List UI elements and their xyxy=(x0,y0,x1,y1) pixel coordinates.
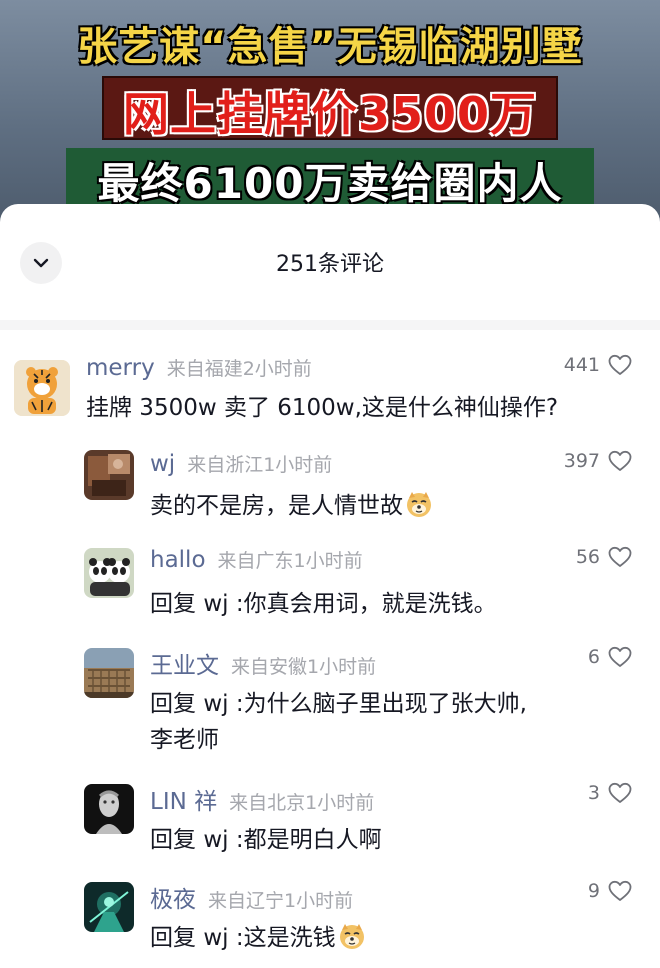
comment-time: 1小时前 xyxy=(307,656,377,678)
comment-location: 来自北京 xyxy=(229,792,306,814)
like-count: 56 xyxy=(575,546,600,568)
banner-headline: 张艺谋“急售”无锡临湖别墅 xyxy=(77,24,583,70)
reply-item: 王业文 来自安徽 1小时前 6 回复 wj :为什么脑子里出现了张大帅, 李老师 xyxy=(0,642,660,762)
comment-author[interactable]: hallo xyxy=(150,547,206,573)
reply-item: 极夜 来自辽宁 1小时前 9 回复 wj :这是洗钱 xyxy=(0,876,660,960)
comment-body: :这是洗钱 xyxy=(235,925,336,951)
comment-item: merry 来自福建 2小时前 441 挂牌 3500w 卖了 6100w,这是… xyxy=(0,354,660,434)
like-count: 397 xyxy=(563,450,600,472)
like-count: 3 xyxy=(587,782,600,804)
comment-header: LIN 祥 来自北京 1小时前 xyxy=(150,782,374,816)
avatar[interactable] xyxy=(84,548,134,598)
avatar[interactable] xyxy=(84,882,134,932)
comment-time: 1小时前 xyxy=(263,454,333,476)
comment-author[interactable]: 王业文 xyxy=(150,646,219,680)
heart-icon xyxy=(608,880,632,901)
comment-author[interactable]: 极夜 xyxy=(150,880,196,914)
comment-location: 来自浙江 xyxy=(187,454,264,476)
comment-body: :都是明白人啊 xyxy=(235,827,382,853)
comment-sheet: 251条评论 merry 来自福建 2小时前 441 挂牌 3500w 卖了 6… xyxy=(0,204,660,968)
like-button[interactable]: 56 xyxy=(576,546,632,568)
like-button[interactable]: 397 xyxy=(564,450,632,472)
doge-emoji-icon xyxy=(407,492,431,517)
comment-text: 挂牌 3500w 卖了 6100w,这是什么神仙操作? xyxy=(86,395,559,421)
comment-author[interactable]: wj xyxy=(150,451,175,477)
reply-item: wj 来自浙江 1小时前 397 卖的不是房，是人情世故 xyxy=(0,446,660,530)
comment-time: 1小时前 xyxy=(284,890,354,912)
like-button[interactable]: 3 xyxy=(588,782,632,804)
reply-target[interactable]: wj xyxy=(203,925,228,951)
heart-icon xyxy=(608,646,632,667)
banner-price-line: 网上挂牌价3500万 xyxy=(122,87,538,141)
comment-time: 1小时前 xyxy=(293,550,363,572)
comment-author[interactable]: LIN 祥 xyxy=(150,782,217,816)
reply-item: LIN 祥 来自北京 1小时前 3 回复 wj :都是明白人啊 xyxy=(0,778,660,862)
comment-header: merry 来自福建 2小时前 xyxy=(86,354,312,381)
comment-location: 来自安徽 xyxy=(231,656,308,678)
like-button[interactable]: 6 xyxy=(588,646,632,668)
reply-prefix: 回复 xyxy=(150,591,196,617)
comment-time: 1小时前 xyxy=(305,792,375,814)
banner-final-price-line: 最终6100万卖给圈内人 xyxy=(97,159,563,208)
comment-text: 回复 wj :都是明白人啊 xyxy=(150,822,382,858)
comment-location: 来自福建 xyxy=(166,358,243,380)
panda-avatar-icon xyxy=(84,548,134,598)
reply-prefix: 回复 xyxy=(150,827,196,853)
avatar[interactable] xyxy=(84,450,134,500)
reply-item: hallo 来自广东 1小时前 56 回复 wj :你真会用词，就是洗钱。 xyxy=(0,542,660,626)
like-button[interactable]: 441 xyxy=(564,354,632,376)
avatar[interactable] xyxy=(84,648,134,698)
game-avatar-icon xyxy=(84,882,134,932)
comment-count-title: 251条评论 xyxy=(276,252,384,277)
heart-icon xyxy=(608,546,632,567)
comment-header: wj 来自浙江 1小时前 xyxy=(150,450,332,477)
avatar[interactable] xyxy=(14,360,70,416)
like-count: 6 xyxy=(587,646,600,668)
comment-line-2: 李老师 xyxy=(150,727,219,753)
colosseum-avatar-icon xyxy=(84,648,134,698)
statue-avatar-icon xyxy=(84,784,134,834)
comment-text: 卖的不是房，是人情世故 xyxy=(150,488,433,524)
reply-prefix: 回复 xyxy=(150,691,196,717)
comment-author[interactable]: merry xyxy=(86,355,155,381)
like-count: 9 xyxy=(587,880,600,902)
avatar[interactable] xyxy=(84,784,134,834)
tiger-avatar-icon xyxy=(14,360,70,416)
comment-text: 回复 wj :你真会用词，就是洗钱。 xyxy=(150,586,497,622)
heart-icon xyxy=(608,354,632,375)
comment-header: hallo 来自广东 1小时前 xyxy=(150,546,363,573)
photo-avatar-icon xyxy=(84,450,134,500)
like-button[interactable]: 9 xyxy=(588,880,632,902)
comment-line-1: 回复 wj :为什么脑子里出现了张大帅, xyxy=(150,686,527,722)
comment-location: 来自辽宁 xyxy=(208,890,285,912)
reply-target[interactable]: wj xyxy=(203,591,228,617)
reply-target[interactable]: wj xyxy=(203,827,228,853)
comment-body: :为什么脑子里出现了张大帅, xyxy=(235,691,527,717)
heart-icon xyxy=(608,782,632,803)
video-banner: 张艺谋“急售”无锡临湖别墅 网上挂牌价3500万 最终6100万卖给圈内人 xyxy=(0,0,660,230)
comment-header: 极夜 来自辽宁 1小时前 xyxy=(150,880,353,914)
comment-body: :你真会用词，就是洗钱。 xyxy=(235,591,497,617)
comment-header: 王业文 来自安徽 1小时前 xyxy=(150,646,376,680)
like-count: 441 xyxy=(563,354,600,376)
comment-text: 回复 wj :为什么脑子里出现了张大帅, 李老师 xyxy=(150,686,527,758)
comment-location: 来自广东 xyxy=(217,550,294,572)
comment-text: 回复 wj :这是洗钱 xyxy=(150,920,366,956)
reply-target[interactable]: wj xyxy=(203,691,228,717)
section-divider xyxy=(0,320,660,330)
doge-emoji-icon xyxy=(339,924,364,949)
heart-icon xyxy=(608,450,632,471)
reply-prefix: 回复 xyxy=(150,925,196,951)
comment-time: 2小时前 xyxy=(242,358,312,380)
comment-body: 卖的不是房，是人情世故 xyxy=(150,493,403,519)
